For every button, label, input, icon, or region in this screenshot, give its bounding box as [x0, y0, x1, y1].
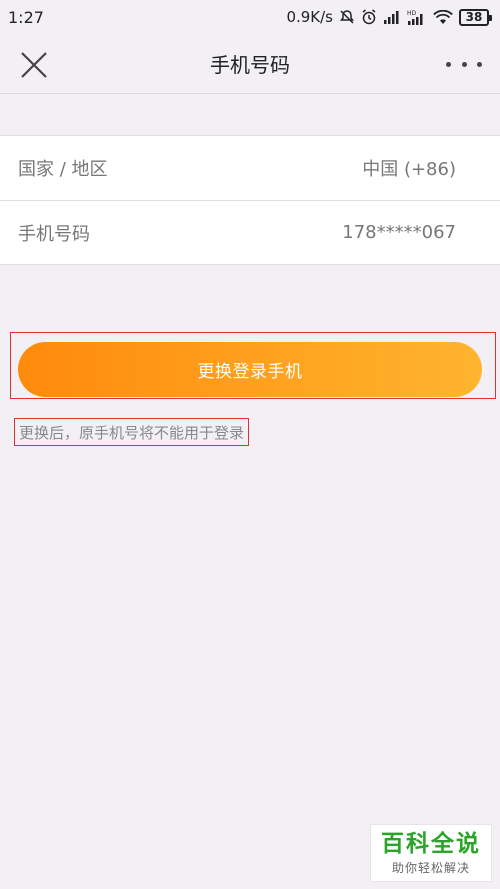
change-login-phone-button[interactable]: 更换登录手机 — [18, 342, 482, 397]
alarm-icon — [361, 9, 377, 25]
watermark-logo: 百科全说 助你轻松解决 — [370, 824, 492, 882]
status-indicators: 0.9K/s HD 38 — [286, 8, 492, 26]
country-region-row: 国家 / 地区 中国 (+86) — [0, 136, 500, 200]
hd-badge: HD — [407, 10, 417, 17]
wifi-icon — [433, 9, 453, 25]
phone-info-list: 国家 / 地区 中国 (+86) 手机号码 178*****067 — [0, 135, 500, 265]
country-region-value: 中国 (+86) — [362, 159, 456, 180]
close-button[interactable] — [18, 49, 50, 81]
phone-number-label: 手机号码 — [18, 223, 90, 245]
more-dot-icon — [477, 61, 482, 67]
status-time: 1:27 — [8, 7, 44, 27]
signal-icon-hd: HD — [407, 9, 427, 25]
close-icon — [21, 52, 47, 78]
status-bar: 1:27 0.9K/s HD 38 — [0, 0, 500, 34]
watermark-tagline: 助你轻松解决 — [391, 860, 470, 875]
more-dot-icon — [446, 61, 451, 67]
more-dot-icon — [461, 61, 467, 67]
battery-icon: 38 — [459, 8, 492, 26]
change-phone-hint: 更换后，原手机号将不能用于登录 — [14, 418, 250, 446]
network-speed: 0.9K/s — [286, 8, 333, 26]
country-region-label: 国家 / 地区 — [18, 159, 108, 180]
signal-icon — [383, 10, 401, 24]
change-phone-hint-text: 更换后，原手机号将不能用于登录 — [19, 423, 245, 442]
more-options-button[interactable] — [446, 52, 482, 76]
phone-number-value: 178*****067 — [342, 222, 456, 243]
mute-notification-icon — [339, 9, 355, 25]
watermark-brand: 百科全说 — [381, 830, 481, 857]
nav-bar: 手机号码 — [0, 34, 500, 94]
phone-number-row: 手机号码 178*****067 — [0, 200, 500, 264]
page-title: 手机号码 — [210, 53, 290, 77]
